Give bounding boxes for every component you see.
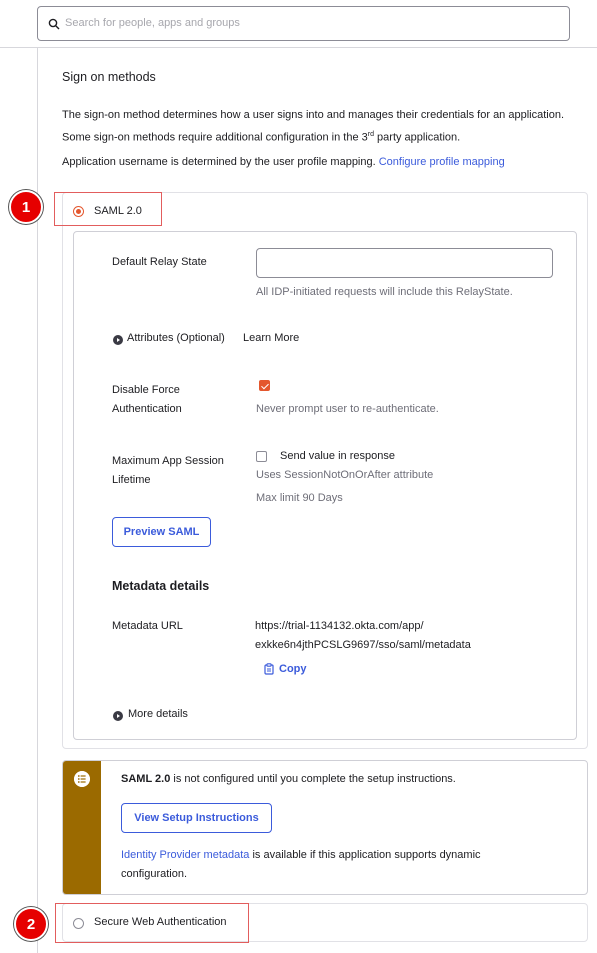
notice-bar [63, 761, 101, 894]
idp-metadata-note: Identity Provider metadata is available … [121, 849, 481, 861]
notice-text: SAML 2.0 is not configured until you com… [121, 773, 456, 785]
learn-more-link[interactable]: Learn More [243, 329, 299, 348]
section-title: Sign on methods [62, 70, 156, 84]
copy-label: Copy [279, 663, 307, 675]
send-value-label[interactable]: Send value in response [280, 447, 395, 466]
disable-force-auth-hint: Never prompt user to re-authenticate. [256, 403, 439, 415]
disable-force-auth-label-line2: Authentication [112, 403, 182, 415]
max-session-label-line2: Lifetime [112, 474, 151, 486]
top-bar: Search for people, apps and groups [0, 0, 597, 48]
view-setup-instructions-button[interactable]: View Setup Instructions [121, 803, 272, 833]
default-relay-state-label: Default Relay State [112, 256, 207, 268]
annotation-box-2 [55, 903, 249, 943]
idp-metadata-note-line2: configuration. [121, 868, 188, 880]
annotation-badge-1: 1 [9, 190, 43, 224]
send-value-checkbox[interactable] [256, 451, 267, 462]
expand-more-details-icon[interactable] [113, 711, 123, 721]
annotation-badge-2: 2 [14, 907, 48, 941]
max-session-label-line1: Maximum App Session [112, 455, 224, 467]
more-details-toggle[interactable]: More details [128, 705, 188, 724]
search-icon [48, 18, 60, 30]
list-icon [74, 771, 90, 787]
max-limit-text: Max limit 90 Days [256, 492, 343, 504]
send-value-hint: Uses SessionNotOnOrAfter attribute [256, 469, 434, 481]
search-input[interactable]: Search for people, apps and groups [37, 6, 570, 41]
username-note: Application username is determined by th… [62, 156, 505, 168]
metadata-url-line1: https://trial-1134132.okta.com/app/ [255, 620, 424, 632]
content-divider [37, 48, 38, 953]
metadata-details-title: Metadata details [112, 579, 210, 593]
configure-profile-mapping-link[interactable]: Configure profile mapping [379, 156, 505, 168]
idp-metadata-link[interactable]: Identity Provider metadata [121, 849, 249, 861]
default-relay-state-input[interactable] [256, 248, 553, 278]
disable-force-auth-checkbox[interactable] [259, 380, 270, 391]
metadata-url-line2: exkke6n4jthPCSLG9697/sso/saml/metadata [255, 639, 471, 651]
relay-state-hint: All IDP-initiated requests will include … [256, 286, 513, 298]
annotation-box-1 [54, 192, 162, 226]
metadata-url-label: Metadata URL [112, 620, 183, 632]
sign-on-description: The sign-on method determines how a user… [62, 109, 565, 144]
copy-button[interactable]: Copy [264, 663, 307, 675]
clipboard-icon [264, 663, 274, 675]
expand-attributes-icon[interactable] [113, 335, 123, 345]
search-placeholder: Search for people, apps and groups [65, 17, 240, 29]
disable-force-auth-label-line1: Disable Force [112, 384, 180, 396]
attributes-toggle[interactable]: Attributes (Optional) [127, 329, 225, 348]
preview-saml-button[interactable]: Preview SAML [112, 517, 211, 547]
